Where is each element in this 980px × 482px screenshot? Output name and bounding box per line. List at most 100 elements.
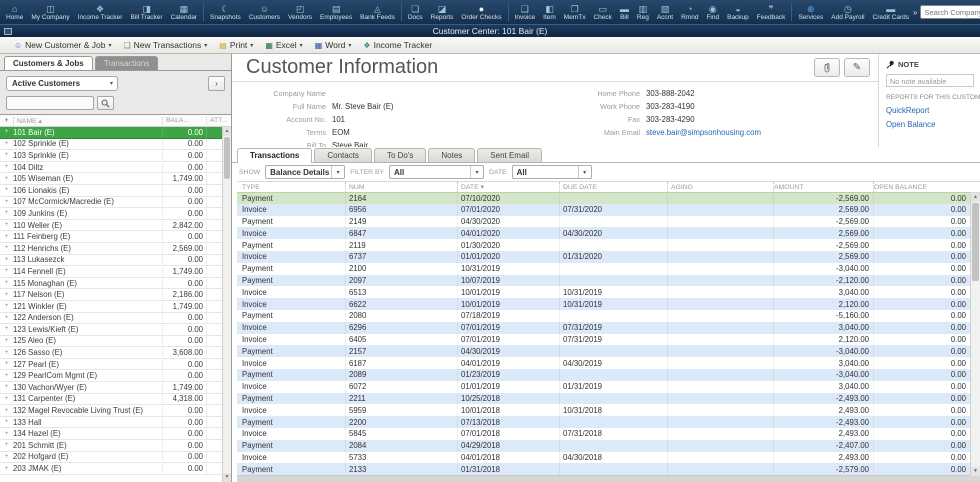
scroll-down-icon[interactable]: ▼ — [971, 467, 980, 476]
toolbar-item-accnt[interactable]: ▧ Accnt — [653, 0, 677, 24]
toolbar-overflow-chevron[interactable]: » — [913, 8, 917, 17]
expand-icon[interactable]: + — [0, 466, 13, 472]
expand-icon[interactable]: + — [0, 245, 13, 251]
expand-icon[interactable]: + — [0, 338, 13, 344]
toolbar-item-services[interactable]: ⊕ Services — [794, 0, 827, 24]
toolbar-item-customers[interactable]: ☺ Customers — [245, 0, 284, 24]
expand-icon[interactable]: + — [0, 141, 13, 147]
customer-list-header[interactable]: + NAME ▴ BALA... ATT... — [0, 115, 231, 127]
toolbar-item-memtx[interactable]: ❒ MemTx — [560, 0, 590, 24]
customer-list-item[interactable]: + 110 Weller (E) 2,842.00 — [0, 220, 222, 232]
scrollbar-thumb[interactable] — [972, 203, 979, 281]
scrollbar-thumb[interactable] — [224, 137, 230, 179]
customer-list-item[interactable]: + 103 Sprinkle (E) 0.00 — [0, 150, 222, 162]
sidebar-tab-customers-jobs[interactable]: Customers & Jobs — [4, 56, 93, 70]
toolbar-item-bill[interactable]: ▬ Bill — [616, 0, 633, 24]
expand-icon[interactable]: + — [0, 396, 13, 402]
customer-list-item[interactable]: + 126 Sasso (E) 3,608.00 — [0, 347, 222, 359]
transaction-row[interactable]: Invoice 5959 10/01/2018 10/31/2018 2,493… — [237, 404, 970, 416]
expand-column-header[interactable]: + — [0, 117, 13, 124]
customer-list-item[interactable]: + 105 Wiseman (E) 1,749.00 — [0, 173, 222, 185]
expand-icon[interactable]: + — [0, 454, 13, 460]
expand-icon[interactable]: + — [0, 292, 13, 298]
expand-icon[interactable]: + — [0, 303, 13, 309]
transaction-row[interactable]: Payment 2100 10/31/2019 -3,040.00 0.00 — [237, 263, 970, 275]
expand-icon[interactable]: + — [0, 187, 13, 193]
toolbar-item-backup[interactable]: ◒ Backup — [723, 0, 753, 24]
customer-list-item[interactable]: + 122 Anderson (E) 0.00 — [0, 313, 222, 325]
transaction-row[interactable]: Payment 2164 07/10/2020 -2,569.00 0.00 — [237, 192, 970, 204]
expand-icon[interactable]: + — [0, 442, 13, 448]
attach-file-button[interactable] — [814, 58, 840, 77]
column-header-open-balance[interactable]: OPEN BALANCE — [873, 182, 970, 192]
customer-list-item[interactable]: + 104 Diltz 0.00 — [0, 162, 222, 174]
expand-icon[interactable]: + — [0, 176, 13, 182]
global-search-box[interactable]: ▾ — [920, 5, 980, 19]
customer-list-item[interactable]: + 114 Fennell (E) 1,749.00 — [0, 266, 222, 278]
filter-dropdown-date[interactable]: All▾ — [512, 165, 592, 179]
collapse-panel-button[interactable]: › — [208, 76, 225, 91]
customer-list-item[interactable]: + 109 Junkins (E) 0.00 — [0, 208, 222, 220]
tab-to-do-s[interactable]: To Do's — [374, 148, 426, 162]
toolbar-item-home[interactable]: ⌂ Home — [2, 0, 27, 24]
word-button[interactable]: ▦ Word ▾ — [309, 40, 358, 50]
toolbar-item-vendors[interactable]: ◰ Vendors — [284, 0, 316, 24]
customer-list-item[interactable]: + 112 Henrichs (E) 2,569.00 — [0, 243, 222, 255]
customer-search-button[interactable] — [97, 96, 114, 110]
tab-sent-email[interactable]: Sent Email — [477, 148, 542, 162]
expand-icon[interactable]: + — [0, 350, 13, 356]
report-link-quickreport[interactable]: QuickReport — [886, 106, 973, 115]
toolbar-item-credit-cards[interactable]: ▬ Credit Cards — [869, 0, 913, 24]
tab-contacts[interactable]: Contacts — [314, 148, 372, 162]
transaction-row[interactable]: Invoice 6296 07/01/2019 07/31/2019 3,040… — [237, 322, 970, 334]
toolbar-item-docs[interactable]: ❏ Docs — [404, 0, 427, 24]
toolbar-item-reg[interactable]: ▥ Reg — [633, 0, 653, 24]
customer-list-item[interactable]: + 121 Winkler (E) 1,749.00 — [0, 301, 222, 313]
report-link-open-balance[interactable]: Open Balance — [886, 120, 973, 129]
sidebar-tab-transactions[interactable]: Transactions — [95, 56, 159, 70]
transaction-row[interactable]: Payment 2133 01/31/2018 -2,579.00 0.00 — [237, 463, 970, 475]
transaction-row[interactable]: Invoice 6847 04/01/2020 04/30/2020 2,569… — [237, 227, 970, 239]
expand-icon[interactable]: + — [0, 361, 13, 367]
toolbar-item-calendar[interactable]: ▦ Calendar — [167, 0, 201, 24]
excel-button[interactable]: ▦ Excel ▾ — [259, 40, 308, 50]
expand-icon[interactable]: + — [0, 408, 13, 414]
transaction-row[interactable]: Payment 2211 10/25/2018 -2,493.00 0.00 — [237, 393, 970, 405]
toolbar-item-feedback[interactable]: ❞ Feedback — [753, 0, 790, 24]
customer-list-item[interactable]: + 133 Hall 0.00 — [0, 417, 222, 429]
toolbar-item-order-checks[interactable]: ● Order Checks — [457, 0, 505, 24]
scroll-down-icon[interactable]: ▼ — [223, 473, 231, 482]
expand-icon[interactable]: + — [0, 419, 13, 425]
customer-list-item[interactable]: + 132 Magel Revocable Living Trust (E) 0… — [0, 405, 222, 417]
transaction-row[interactable]: Invoice 6737 01/01/2020 01/31/2020 2,569… — [237, 251, 970, 263]
scroll-up-icon[interactable]: ▲ — [971, 193, 980, 202]
transactions-scrollbar[interactable]: ▲ ▼ — [970, 193, 980, 476]
customer-list-item[interactable]: + 117 Nelson (E) 2,186.00 — [0, 289, 222, 301]
customer-list-item[interactable]: + 101 Bair (E) 0.00 — [0, 127, 222, 139]
customer-list-item[interactable]: + 106 Lionakis (E) 0.00 — [0, 185, 222, 197]
customer-list-scrollbar[interactable]: ▲ ▼ — [222, 127, 231, 482]
transaction-row[interactable]: Payment 2097 10/07/2019 -2,120.00 0.00 — [237, 275, 970, 287]
customer-list-item[interactable]: + 111 Feinberg (E) 0.00 — [0, 231, 222, 243]
income-tracker-button[interactable]: ❖ Income Tracker — [357, 40, 438, 50]
transaction-row[interactable]: Invoice 5845 07/01/2018 07/31/2018 2,493… — [237, 428, 970, 440]
transaction-row[interactable]: Invoice 6513 10/01/2019 10/31/2019 3,040… — [237, 286, 970, 298]
toolbar-item-check[interactable]: ▭ Check — [589, 0, 615, 24]
customer-list-item[interactable]: + 127 Pearl (E) 0.00 — [0, 359, 222, 371]
expand-icon[interactable]: + — [0, 152, 13, 158]
balance-column-header[interactable]: BALA... — [162, 117, 206, 124]
expand-icon[interactable]: + — [0, 164, 13, 170]
column-header-amount[interactable]: AMOUNT — [773, 182, 873, 192]
transaction-row[interactable]: Invoice 6622 10/01/2019 10/31/2019 2,120… — [237, 298, 970, 310]
scroll-up-icon[interactable]: ▲ — [223, 127, 231, 136]
tab-notes[interactable]: Notes — [428, 148, 475, 162]
new-transactions-button[interactable]: ❏ New Transactions ▾ — [118, 40, 214, 50]
expand-icon[interactable]: + — [0, 280, 13, 286]
toolbar-item-my-company[interactable]: ◫ My Company — [27, 0, 73, 24]
customer-list-item[interactable]: + 134 Hazel (E) 0.00 — [0, 428, 222, 440]
transaction-row[interactable]: Payment 2149 04/30/2020 -2,569.00 0.00 — [237, 216, 970, 228]
print-button[interactable]: ▤ Print ▾ — [213, 40, 259, 50]
customer-search-input[interactable] — [6, 96, 94, 110]
customer-list-item[interactable]: + 131 Carpenter (E) 4,318.00 — [0, 394, 222, 406]
transaction-row[interactable]: Payment 2084 04/29/2018 -2,407.00 0.00 — [237, 440, 970, 452]
